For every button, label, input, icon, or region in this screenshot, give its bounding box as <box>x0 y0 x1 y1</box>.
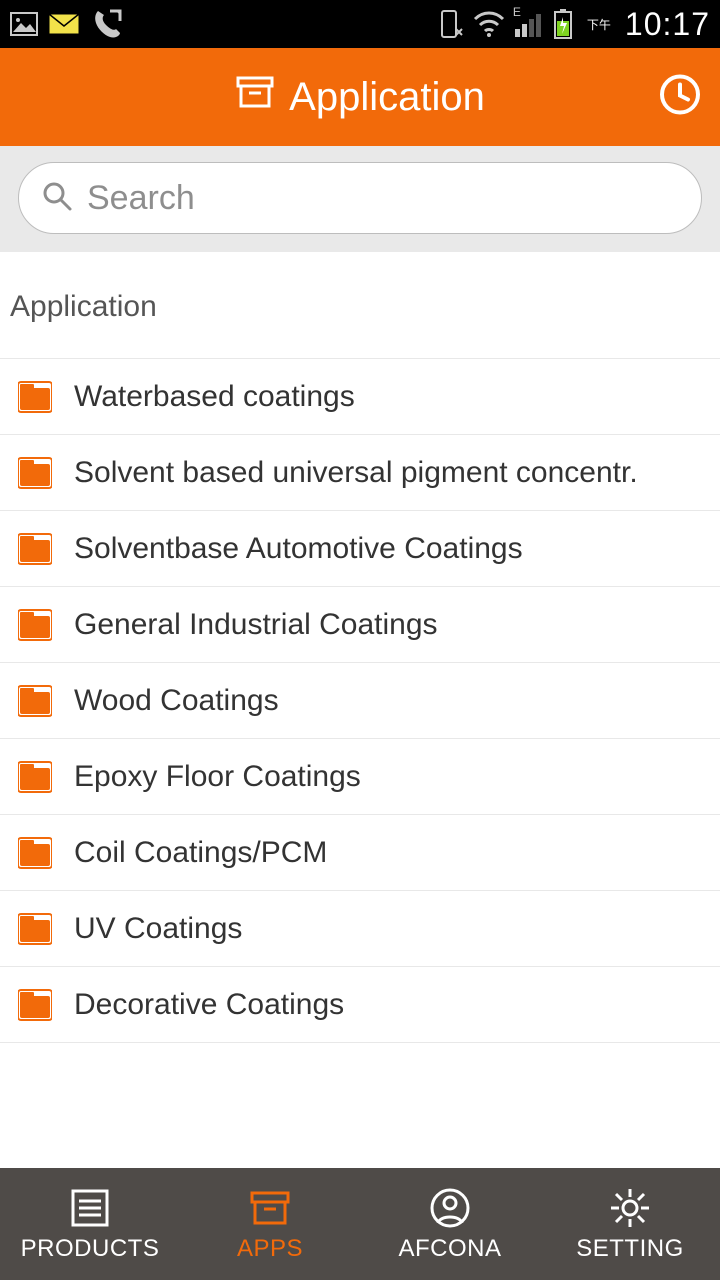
status-time-meridiem: 下午 <box>587 16 611 33</box>
folder-icon <box>18 912 52 946</box>
folder-icon <box>18 988 52 1022</box>
phone-mute-icon <box>437 9 463 39</box>
list-item-label: Decorative Coatings <box>74 988 344 1022</box>
list-item-label: UV Coatings <box>74 912 242 946</box>
search-input[interactable] <box>87 179 679 218</box>
search-box[interactable] <box>18 162 702 234</box>
tab-products[interactable]: PRODUCTS <box>0 1168 180 1280</box>
list-item[interactable]: Decorative Coatings <box>0 967 720 1043</box>
tab-setting[interactable]: SETTING <box>540 1168 720 1280</box>
folder-icon <box>18 836 52 870</box>
search-icon <box>41 180 73 217</box>
list-item[interactable]: Epoxy Floor Coatings <box>0 739 720 815</box>
folder-icon <box>18 608 52 642</box>
wifi-icon <box>473 11 505 37</box>
call-forward-icon <box>90 7 124 41</box>
gallery-icon <box>10 12 38 36</box>
list-item[interactable]: Solventbase Automotive Coatings <box>0 511 720 587</box>
search-area <box>0 146 720 252</box>
mail-icon <box>48 13 80 35</box>
battery-icon <box>553 9 573 39</box>
list-item[interactable]: UV Coatings <box>0 891 720 967</box>
list-item[interactable]: Waterbased coatings <box>0 359 720 435</box>
header-title-text: Application <box>289 75 485 120</box>
list-item-label: Wood Coatings <box>74 684 279 718</box>
signal-icon: E <box>515 11 543 37</box>
list-icon <box>67 1185 113 1231</box>
tab-bar: PRODUCTS APPS AFCONA SETTING <box>0 1168 720 1280</box>
list-item[interactable]: Solvent based universal pigment concentr… <box>0 435 720 511</box>
tab-afcona[interactable]: AFCONA <box>360 1168 540 1280</box>
tab-label: PRODUCTS <box>21 1235 160 1263</box>
list-item-label: Waterbased coatings <box>74 380 355 414</box>
history-button[interactable] <box>658 73 702 122</box>
folder-icon <box>18 684 52 718</box>
tab-label: SETTING <box>576 1235 684 1263</box>
tab-label: APPS <box>237 1235 303 1263</box>
gear-icon <box>607 1185 653 1231</box>
app-header: Application <box>0 48 720 146</box>
folder-icon <box>18 532 52 566</box>
status-bar: E 下午 10:17 <box>0 0 720 48</box>
status-time: 10:17 <box>625 6 710 43</box>
list-item-label: Coil Coatings/PCM <box>74 836 327 870</box>
list-item-label: Solventbase Automotive Coatings <box>74 532 523 566</box>
page-title: Application <box>235 72 485 122</box>
list-item-label: Solvent based universal pigment concentr… <box>74 456 638 490</box>
folder-icon <box>18 456 52 490</box>
section-label: Application <box>0 252 720 358</box>
folder-icon <box>18 760 52 794</box>
status-left <box>10 7 124 41</box>
archive-icon <box>235 72 275 122</box>
list-item[interactable]: Coil Coatings/PCM <box>0 815 720 891</box>
list-item[interactable]: General Industrial Coatings <box>0 587 720 663</box>
folder-icon <box>18 380 52 414</box>
status-right: E 下午 10:17 <box>437 6 710 43</box>
list-item-label: Epoxy Floor Coatings <box>74 760 361 794</box>
list-item-label: General Industrial Coatings <box>74 608 438 642</box>
archive-icon <box>247 1185 293 1231</box>
list-item[interactable]: Wood Coatings <box>0 663 720 739</box>
tab-label: AFCONA <box>398 1235 501 1263</box>
tab-apps[interactable]: APPS <box>180 1168 360 1280</box>
application-list: Waterbased coatings Solvent based univer… <box>0 358 720 1043</box>
person-icon <box>427 1185 473 1231</box>
